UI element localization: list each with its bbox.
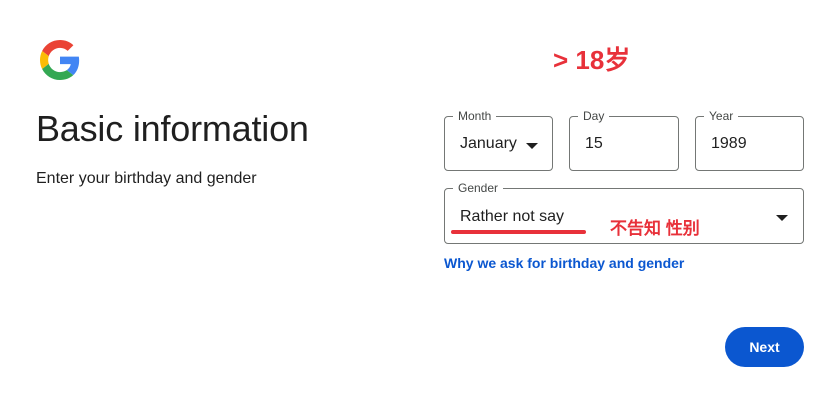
month-label: Month bbox=[453, 109, 497, 123]
why-we-ask-link[interactable]: Why we ask for birthday and gender bbox=[444, 255, 684, 271]
year-value: 1989 bbox=[711, 135, 747, 152]
year-input[interactable]: Year 1989 bbox=[695, 109, 804, 171]
gender-value: Rather not say bbox=[460, 208, 565, 225]
year-label: Year bbox=[704, 109, 739, 123]
google-g-logo-icon bbox=[40, 40, 80, 80]
month-value: January bbox=[460, 135, 517, 152]
month-select[interactable]: Month January bbox=[444, 109, 553, 171]
annotation-underline bbox=[451, 230, 586, 234]
day-input[interactable]: Day 15 bbox=[569, 109, 679, 171]
day-label: Day bbox=[578, 109, 610, 123]
age-annotation: > 18岁 bbox=[553, 45, 631, 75]
dropdown-caret-icon bbox=[776, 215, 788, 221]
dropdown-caret-icon bbox=[526, 143, 538, 149]
gender-annotation: 不告知 性别 bbox=[610, 219, 700, 238]
page-subtitle: Enter your birthday and gender bbox=[36, 170, 257, 187]
day-value: 15 bbox=[585, 135, 603, 152]
next-button[interactable]: Next bbox=[725, 327, 804, 367]
signup-card: Basic information Enter your birthday an… bbox=[0, 0, 840, 403]
gender-label: Gender bbox=[453, 181, 504, 195]
page-title: Basic information bbox=[36, 108, 309, 149]
